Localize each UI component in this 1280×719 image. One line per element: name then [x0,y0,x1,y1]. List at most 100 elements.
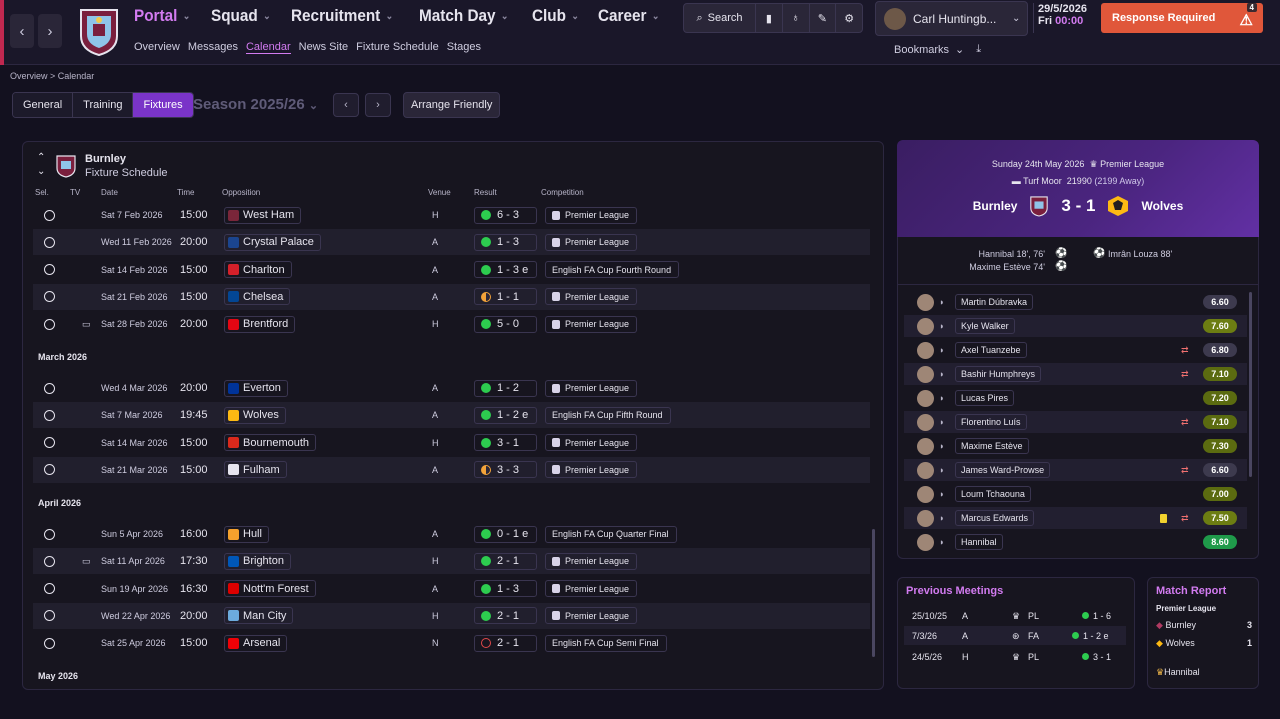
opposition-button[interactable]: Wolves [224,406,286,424]
result-button[interactable]: 1 - 2 [474,379,537,397]
gear-icon[interactable]: ⚙ [836,4,862,32]
col-result[interactable]: Result [474,188,497,197]
result-button[interactable]: 5 - 0 [474,315,537,333]
player-name[interactable]: Kyle Walker [955,318,1015,334]
bookmarks-dropdown[interactable]: Bookmarks ⌄ ⤓ [894,43,981,56]
result-button[interactable]: 2 - 1 [474,607,537,625]
opposition-button[interactable]: Brighton [224,552,291,570]
opposition-button[interactable]: Crystal Palace [224,233,321,251]
competition-button[interactable]: English FA Cup Quarter Final [545,525,677,543]
player-row[interactable]: ◗ Axel Tuanzebe ⇄ 6.80 [904,339,1247,361]
competition-button[interactable]: Premier League [545,434,638,452]
opposition-button[interactable]: Charlton [224,261,292,279]
tab-training[interactable]: Training [73,93,134,117]
player-name[interactable]: Maxime Estève [955,438,1029,454]
select-radio[interactable] [44,209,55,221]
fixture-row[interactable]: Sat 21 Mar 2026 15:00 Fulham A 3 - 3 Premier … [33,456,870,483]
select-radio[interactable] [44,583,55,595]
opposition-button[interactable]: Chelsea [224,288,291,306]
submenu-news-site[interactable]: News Site [299,41,349,54]
select-radio[interactable] [44,382,55,394]
competition-button[interactable]: Premier League [545,206,638,224]
result-button[interactable]: 3 - 1 [474,434,537,452]
manager-dropdown[interactable]: Carl Huntingb... ⌄ [875,1,1028,36]
tab-general[interactable]: General [13,93,74,117]
game-date[interactable]: 29/5/2026 Fri 00:00 [1033,3,1095,33]
col-venue[interactable]: Venue [428,188,451,197]
fixture-row[interactable]: Sun 5 Apr 2026 16:00 Hull A 0 - 1 e English F… [33,521,870,547]
match-summary-card[interactable]: Sunday 24th May 2026 ♛ Premier League ▬ … [897,140,1259,237]
menu-recruitment[interactable]: Recruitment ⌄ [291,6,393,26]
select-radio[interactable] [44,555,55,567]
next-season-button[interactable]: › [365,93,391,117]
download-icon[interactable]: ⤓ [976,43,981,56]
result-button[interactable]: 3 - 3 [474,461,537,479]
select-radio[interactable] [44,464,55,476]
result-button[interactable]: 1 - 3 [474,233,537,251]
result-button[interactable]: 0 - 1 e [474,525,537,543]
result-button[interactable]: 6 - 3 [474,206,537,224]
col-sel[interactable]: Sel. [35,188,49,197]
fixture-row[interactable]: Sat 14 Mar 2026 15:00 Bournemouth H 3 - 1 Pre… [33,430,870,456]
opposition-button[interactable]: Nott'm Forest [224,580,316,598]
fixture-row[interactable]: Sun 19 Apr 2026 16:30 Nott'm Forest A 1 - 3 P… [33,576,870,602]
result-button[interactable]: 1 - 2 e [474,406,537,424]
competition-button[interactable]: Premier League [545,315,638,333]
opposition-button[interactable]: Brentford [224,315,296,333]
col-tv[interactable]: TV [70,188,80,197]
previous-meetings-panel[interactable]: Previous Meetings 25/10/25 A ♛ PL 1 - 6 … [897,577,1135,689]
player-name[interactable]: Martin Dúbravka [955,294,1034,310]
opposition-button[interactable]: Everton [224,379,288,397]
col-time[interactable]: Time [177,188,194,197]
competition-button[interactable]: English FA Cup Fourth Round [545,261,680,279]
competition-button[interactable]: Premier League [545,288,638,306]
player-name[interactable]: Hannibal [955,534,1003,550]
menu-career[interactable]: Career ⌄ [598,6,659,26]
fixture-row[interactable]: Wed 4 Mar 2026 20:00 Everton A 1 - 2 Premier … [33,375,870,401]
opposition-button[interactable]: West Ham [224,206,302,224]
player-name[interactable]: Lucas Pires [955,390,1015,406]
menu-squad[interactable]: Squad ⌄ [211,6,271,26]
breadcrumb[interactable]: Overview > Calendar [10,71,94,81]
player-name[interactable]: Marcus Edwards [955,510,1035,526]
result-button[interactable]: 2 - 1 [474,634,537,652]
player-name[interactable]: Florentino Luís [955,414,1027,430]
fixture-row[interactable]: Sat 7 Mar 2026 19:45 Wolves A 1 - 2 e English… [33,402,870,429]
result-button[interactable]: 1 - 3 [474,580,537,598]
submenu-calendar[interactable]: Calendar [245,41,291,54]
search-button[interactable]: ⌕ Search [684,4,756,32]
player-row[interactable]: ◗ Bashir Humphreys ⇄ 7.10 [904,363,1247,385]
scrollbar[interactable] [1249,292,1252,477]
select-radio[interactable] [44,291,55,303]
menu-portal[interactable]: Portal ⌄ [134,6,190,26]
result-button[interactable]: 1 - 3 e [474,261,537,279]
submenu-overview[interactable]: Overview [134,41,180,54]
fixture-row[interactable]: Sat 14 Feb 2026 15:00 Charlton A 1 - 3 e Engl… [33,257,870,283]
meeting-row[interactable]: 25/10/25 A ♛ PL 1 - 6 [904,606,1126,625]
forward-button[interactable]: › [38,14,62,48]
bookmark-icon[interactable]: ▮ [756,4,783,32]
competition-button[interactable]: Premier League [545,461,638,479]
trophy-icon[interactable]: ♁ [783,4,810,32]
submenu-messages[interactable]: Messages [188,41,238,54]
previous-season-button[interactable]: ‹ [333,93,359,117]
select-radio[interactable] [44,409,55,421]
response-required-button[interactable]: Response Required 4 ⚠ [1101,3,1263,33]
competition-button[interactable]: Premier League [545,233,638,251]
player-row[interactable]: ◗ Martin Dúbravka 6.60 [904,291,1247,313]
season-selector[interactable]: Season 2025/26 ⌄ [193,96,318,113]
select-radio[interactable] [44,318,55,330]
competition-button[interactable]: Premier League [545,552,638,570]
player-name[interactable]: Bashir Humphreys [955,366,1042,382]
arrange-friendly-button[interactable]: Arrange Friendly [403,92,501,118]
select-radio[interactable] [44,437,55,449]
fixture-row[interactable]: Wed 11 Feb 2026 20:00 Crystal Palace A 1 - 3… [33,229,870,256]
meeting-row[interactable]: 24/5/26 H ♛ PL 3 - 1 [904,647,1126,666]
result-button[interactable]: 2 - 1 [474,552,537,570]
select-radio[interactable] [44,236,55,248]
meeting-row[interactable]: 7/3/26 A ⊛ FA 1 - 2 e [904,626,1126,645]
edit-icon[interactable]: ✎ [810,4,837,32]
match-report-panel[interactable]: Match Report Premier League ◆ Burnley 3 ◆… [1147,577,1259,689]
competition-button[interactable]: Premier League [545,580,638,598]
player-row[interactable]: ◗ Hannibal 8.60 [904,531,1247,553]
